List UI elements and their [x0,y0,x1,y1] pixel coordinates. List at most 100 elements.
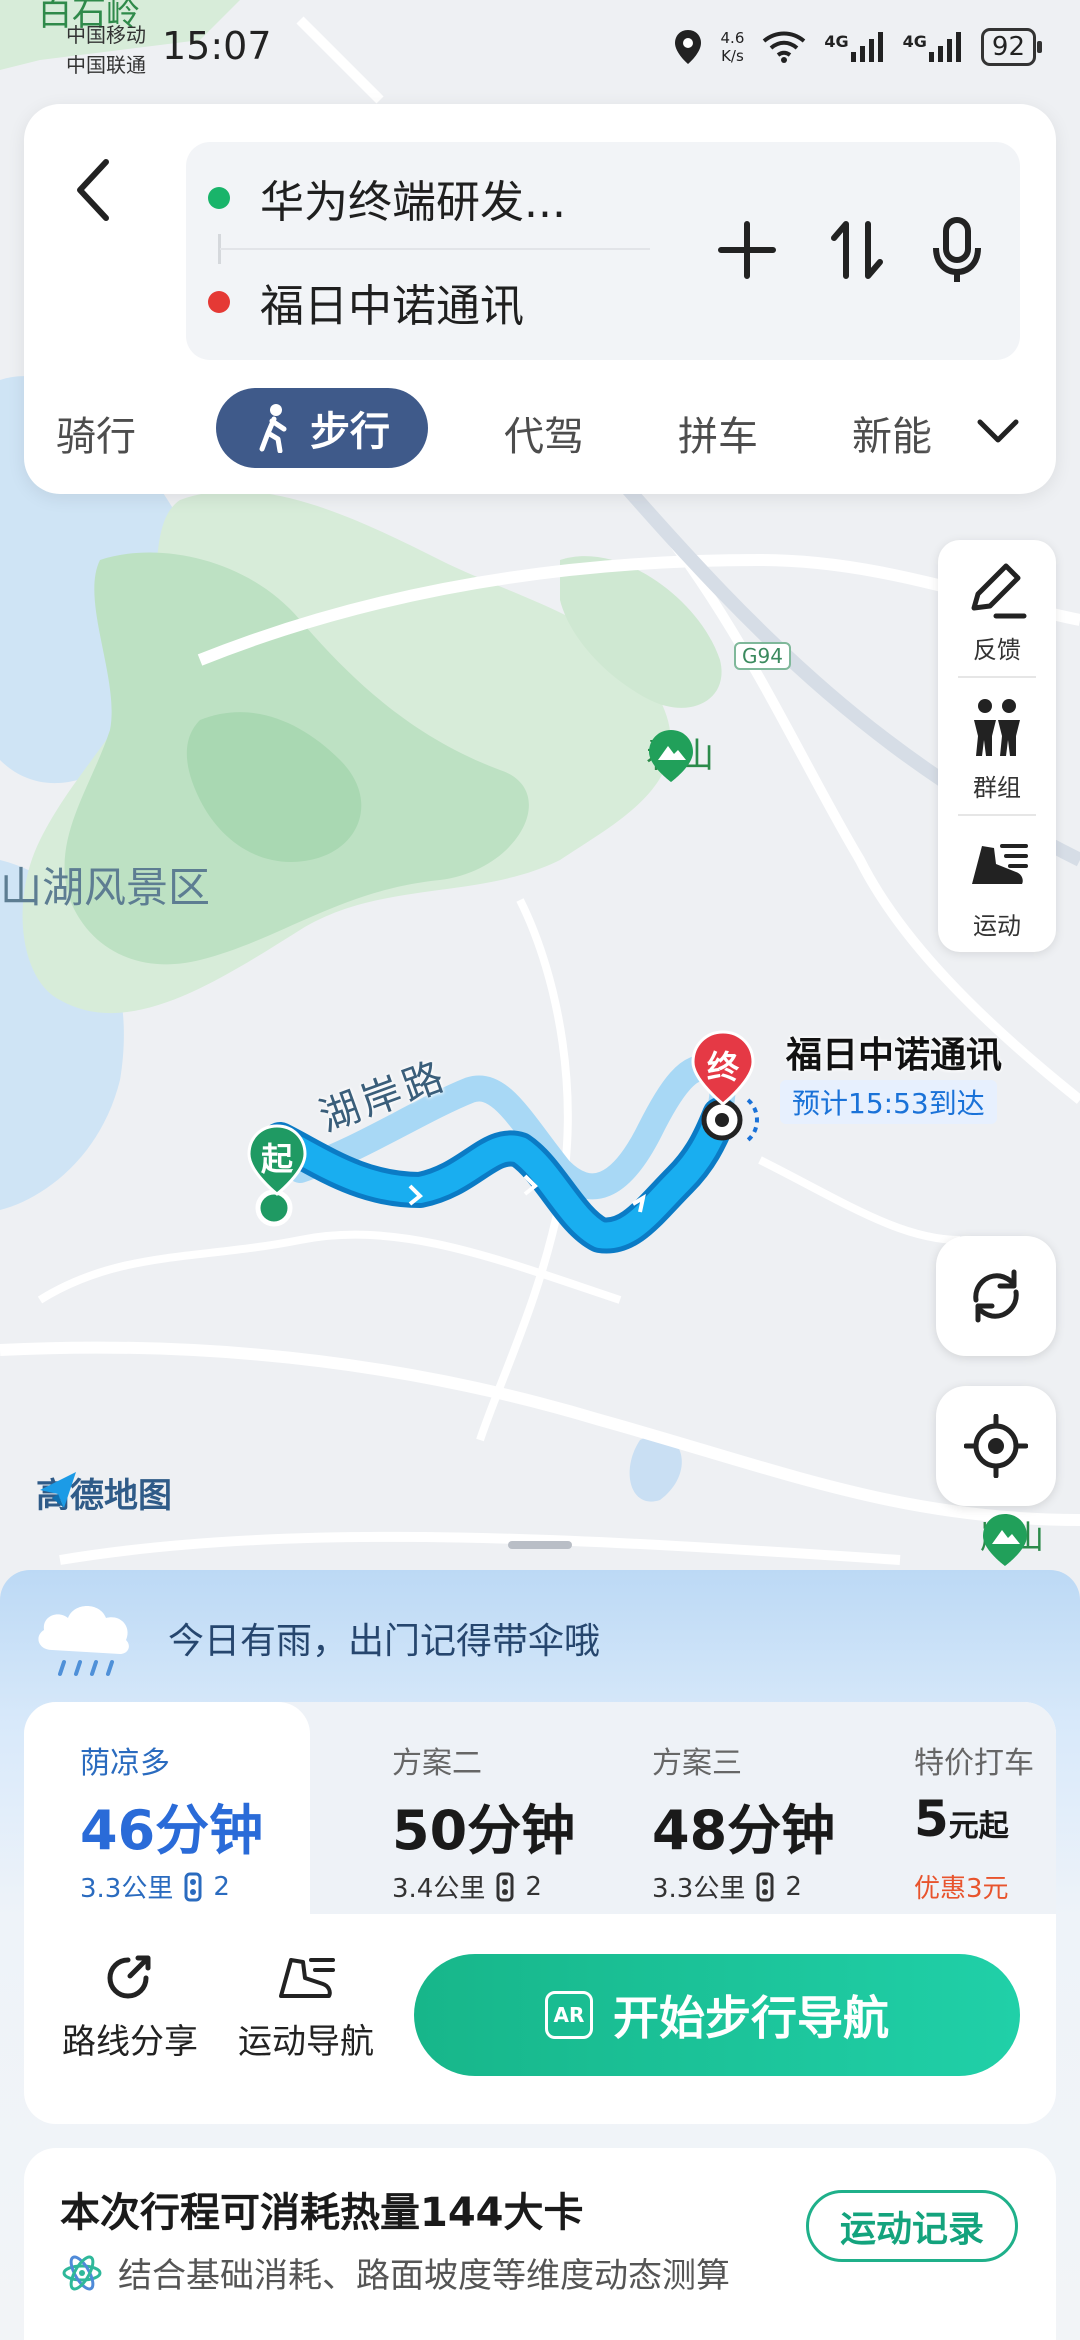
sheet-drag-handle[interactable] [508,1541,572,1549]
chevron-down-icon[interactable] [970,402,1026,458]
destination-text: 福日中诺通讯 [260,281,524,332]
microphone-icon[interactable] [922,212,992,288]
taxi-price: 5元起 [914,1790,1009,1848]
route-input-box: 华为终端研发... 福日中诺通讯 [186,142,1020,360]
net-type-2: 4G [902,32,927,51]
share-icon [107,1955,151,1999]
start-walking-navigation-button[interactable]: AR 开始步行导航 [414,1954,1020,2076]
status-icons: 4.6 K/s 4G 4G 92 [673,28,1043,66]
plan-name: 方案二 [392,1746,482,1781]
ar-label: AR [553,2003,585,2027]
mountain-poi[interactable]: 看山 [646,728,714,782]
eta-label: 预计15:53到达 [780,1080,997,1124]
field-divider [220,248,650,250]
origin-dot [208,187,230,209]
end-marker[interactable]: 终 [690,1030,756,1106]
route-plans-card: 荫凉多 46分钟 3.3公里 2 方案二 50分钟 3.4公里 2 方案三 48… [24,1702,1056,2124]
refresh-route-button[interactable] [936,1236,1056,1356]
taxi-option[interactable]: 特价打车 5元起 优惠3元 [876,1702,1056,1914]
speed-value: 4.6 [720,29,745,47]
add-waypoint-icon[interactable] [712,212,782,288]
amap-logo: 高德地图 [36,1468,172,1517]
taxi-price-value: 5 [914,1790,949,1848]
signal-bars-icon [928,32,961,62]
plan-time: 48分钟 [652,1799,836,1862]
walking-person-icon [259,404,287,453]
signal-1: 4G [824,32,884,62]
carrier-info: 中国移动 中国联通 [66,20,146,80]
sport-record-button[interactable]: 运动记录 [806,2190,1018,2262]
plan-option-3[interactable]: 方案三 48分钟 3.3公里 2 [596,1702,835,1914]
plan-distance: 3.3公里 [80,1874,174,1904]
group-icon [974,699,1020,756]
start-navigation-label: 开始步行导航 [613,1991,889,2045]
plan-lights: 2 [213,1871,230,1902]
carrier-1: 中国移动 [66,23,146,47]
destination-dot [208,291,230,313]
calorie-card: 本次行程可消耗热量144大卡 结合基础消耗、路面坡度等维度动态测算 运动记录 [24,2148,1056,2340]
taxi-discount: 优惠3元 [914,1874,1009,1904]
back-icon[interactable] [64,150,124,230]
tab-walking-label: 步行 [310,409,390,455]
end-marker-label: 终 [706,1048,739,1086]
scenic-area-label: 山湖风景区 [0,863,211,912]
origin-text: 华为终端研发... [260,177,566,228]
carrier-2: 中国联通 [66,53,146,77]
plan-meta: 3.4公里 2 [392,1868,542,1905]
clock: 15:07 [162,24,272,68]
feedback-button[interactable]: 反馈 [938,540,1056,676]
crosshair-icon [964,1414,1028,1478]
signal-bars-icon [850,32,883,62]
travel-mode-tabs: 骑行 步行 代驾 拼车 新能 [24,380,1056,476]
plan-option-2[interactable]: 方案二 50分钟 3.4公里 2 [310,1702,575,1914]
traffic-light-icon [496,1872,514,1901]
taxi-name: 特价打车 [914,1746,1034,1781]
battery-indicator: 92 [980,28,1043,66]
running-shoe-icon [279,1958,335,1998]
route-search-card: 华为终端研发... 福日中诺通讯 骑行 步行 代驾 拼车 新能 [24,104,1056,494]
mountain-pin-icon [983,1514,1027,1566]
locate-me-button[interactable] [936,1386,1056,1506]
start-marker[interactable]: 起 [246,1124,308,1196]
sport-label: 运动 [973,912,1021,940]
group-button[interactable]: 群组 [938,678,1056,814]
plan-lights: 2 [525,1871,542,1902]
signal-2: 4G [903,32,963,62]
pencil-icon [971,563,1027,619]
poi-bottom-right[interactable]: 崩山 [980,1512,1044,1566]
plan-distance: 3.4公里 [392,1874,486,1904]
tabs-fade [924,396,964,466]
share-route-button[interactable]: 路线分享 [60,1950,200,2063]
plan-time: 46分钟 [80,1799,264,1862]
speed-unit: K/s [721,47,744,65]
map-tools-panel: 反馈 群组 运动 [938,540,1056,952]
calorie-subtitle-text: 结合基础消耗、路面坡度等维度动态测算 [118,2256,730,2296]
tab-cycling[interactable]: 骑行 [56,404,136,462]
plan-time: 50分钟 [392,1799,576,1862]
wifi-icon [763,31,806,63]
network-speed: 4.6 K/s [721,29,745,65]
origin-field[interactable]: 华为终端研发... [186,158,566,238]
plans-row: 荫凉多 46分钟 3.3公里 2 方案二 50分钟 3.4公里 2 方案三 48… [24,1702,1056,1914]
running-shoe-icon [972,844,1028,884]
tab-designated-driver[interactable]: 代驾 [504,404,584,462]
swap-icon[interactable] [822,212,892,288]
plan-name: 方案三 [652,1746,742,1781]
plan-option-1[interactable]: 荫凉多 46分钟 3.3公里 2 [24,1702,310,1914]
tab-new-energy[interactable]: 新能 [852,404,932,462]
tab-carpool[interactable]: 拼车 [678,404,758,462]
mountain-pin-icon [649,730,693,782]
calorie-title: 本次行程可消耗热量144大卡 [60,2190,584,2236]
sport-button[interactable]: 运动 [938,816,1056,952]
destination-field[interactable]: 福日中诺通讯 [186,262,524,342]
sport-navigation-button[interactable]: 运动导航 [236,1950,376,2063]
calorie-subtitle: 结合基础消耗、路面坡度等维度动态测算 [60,2248,730,2297]
tab-walking[interactable]: 步行 [216,388,428,468]
ar-icon: AR [545,1991,593,2039]
traffic-light-icon [184,1872,202,1901]
plan-name: 荫凉多 [80,1746,170,1781]
rain-cloud-icon [38,1606,129,1676]
location-icon [674,30,701,64]
destination-name-label: 福日中诺通讯 [786,1035,1003,1076]
plan-distance: 3.3公里 [652,1874,746,1904]
